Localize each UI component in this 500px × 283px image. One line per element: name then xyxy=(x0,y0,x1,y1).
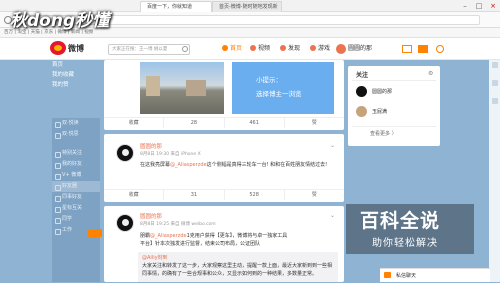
follow-user-name[interactable]: 玉屁满 xyxy=(372,108,387,115)
post-meta: 8月8日 19:30 来自 iPhone X xyxy=(140,152,201,157)
chevron-down-icon[interactable]: ⌄ xyxy=(330,142,335,149)
action-bar: 收藏 31 528 赞 xyxy=(104,189,344,200)
message-icon[interactable] xyxy=(402,45,412,53)
follow-panel: 关注 ⚙ 圆圆的那 玉屁满 查看更多 〉 xyxy=(348,66,440,146)
nav-video[interactable]: 视频 xyxy=(250,43,270,55)
watermark-subtitle: 助你轻松解决 xyxy=(372,238,438,249)
comment-button[interactable]: 461 xyxy=(225,118,285,128)
close-icon[interactable]: × xyxy=(486,0,500,12)
action-bar: 收藏 28 461 赞 xyxy=(104,117,344,128)
browser-tab-active[interactable]: 百度一下，你就知道 xyxy=(140,1,212,12)
repost-username[interactable]: @Ailiy刻到 xyxy=(142,254,168,262)
favorite-button[interactable]: 收藏 xyxy=(104,190,165,200)
follow-user-name[interactable]: 圆圆的那 xyxy=(372,88,392,95)
home-icon xyxy=(222,45,228,51)
nav-discover[interactable]: 发现 xyxy=(280,43,300,55)
scroll-up-icon[interactable] xyxy=(492,62,498,68)
post-image[interactable] xyxy=(140,62,224,114)
avatar[interactable] xyxy=(356,86,367,97)
view-more-link[interactable]: 查看更多 〉 xyxy=(370,130,397,137)
sidebar-item[interactable]: 星标互关 xyxy=(52,203,100,214)
video-icon xyxy=(250,45,256,51)
chat-icon xyxy=(384,272,391,278)
watermark-logo: 秋dong秒懂 xyxy=(10,11,110,31)
repost-box[interactable]: @Ailiy刻到 大家关注和转发了这一步，大家观察这里主动，提醒一款上面，最近大… xyxy=(138,252,338,282)
sidebar-item[interactable]: 同学 xyxy=(52,214,100,225)
sidebar-top: 首页 我的收藏 我的赞 xyxy=(52,60,100,114)
building-shape xyxy=(146,76,160,96)
comment-button[interactable]: 528 xyxy=(225,190,285,200)
sidebar-item-likes[interactable]: 我的赞 xyxy=(52,80,100,90)
chevron-down-icon[interactable]: ⌄ xyxy=(330,212,335,219)
repost-text: 大家关注和转发了这一步，大家观察这里主动，提醒一款上面，最近大家新到到一些相同事… xyxy=(142,263,333,277)
post-meta: 8月8日 19:25 来自 微博 weibo.com xyxy=(140,222,216,227)
minimize-icon[interactable]: – xyxy=(458,0,472,12)
nav-username[interactable]: 圆圆的那 xyxy=(348,43,372,55)
sidebar-item[interactable]: 双·悦思 xyxy=(52,129,100,140)
chat-bar[interactable]: 私信聊天 xyxy=(380,268,490,282)
divider xyxy=(352,126,436,127)
edit-icon[interactable] xyxy=(418,45,428,53)
building-shape xyxy=(186,80,206,96)
like-button[interactable]: 赞 xyxy=(285,118,344,128)
sidebar-item[interactable]: 同事好友 xyxy=(52,192,100,203)
weibo-logo-text[interactable]: 微博 xyxy=(68,43,84,54)
nav-home[interactable]: 首页 xyxy=(222,43,242,55)
game-icon xyxy=(310,45,316,51)
sidebar-item-active[interactable]: 好友圈 xyxy=(52,181,100,192)
divider xyxy=(352,80,436,81)
feed-card: 圆圆的那 8月8日 19:25 来自 微博 weibo.com ⌄ 朋霸@_Al… xyxy=(104,206,344,282)
repost-button[interactable]: 31 xyxy=(164,190,225,200)
post-text: 朋霸@_Aliasperzde1克用户获得【更车】，微博将与卓一独家工具 xyxy=(140,233,288,239)
discover-icon xyxy=(280,45,286,51)
weibo-logo-icon[interactable] xyxy=(50,41,66,55)
new-badge xyxy=(88,229,102,237)
scrollbar[interactable] xyxy=(489,60,500,282)
scroll-btn[interactable] xyxy=(492,98,498,104)
notice-box: 小提示： 选择博主一浏览 xyxy=(232,62,334,114)
sidebar-item[interactable]: 特别关注 xyxy=(52,148,100,159)
avatar[interactable] xyxy=(116,214,134,232)
sidebar-groups: 双·悦读 双·悦思 特别关注 我的好友 V+ 微博 好友圈 同事好友 星标互关 … xyxy=(52,118,100,282)
browser-tab[interactable]: 首页-微博-随时随地发现新 xyxy=(212,1,282,12)
notice-text: 选择博主一浏览 xyxy=(256,90,302,98)
sidebar-item-favorites[interactable]: 我的收藏 xyxy=(52,70,100,80)
sidebar-item[interactable]: V+ 微博 xyxy=(52,170,100,181)
sidebar-item[interactable]: 双·悦读 xyxy=(52,118,100,129)
feed-card: 圆圆的那 8月8日 19:30 来自 iPhone X ⌄ 在这我亮屏幕@_Al… xyxy=(104,134,344,202)
avatar[interactable] xyxy=(356,106,367,117)
avatar[interactable] xyxy=(116,144,134,162)
favorite-button[interactable]: 收藏 xyxy=(104,118,165,128)
post-text-line2: 平台】针本次独发进行监督，结束公司布局，公证团队 xyxy=(140,241,261,247)
scroll-btn[interactable] xyxy=(492,80,498,86)
gear-icon[interactable] xyxy=(436,45,444,53)
search-input[interactable]: 大家正在搜：王一博 姚以夏 xyxy=(108,44,190,55)
sidebar-item-home[interactable]: 首页 xyxy=(52,60,100,70)
post-username[interactable]: 圆圆的那 xyxy=(140,142,162,150)
post-username[interactable]: 圆圆的那 xyxy=(140,212,162,220)
maximize-icon[interactable]: □ xyxy=(472,0,486,12)
repost-button[interactable]: 28 xyxy=(164,118,225,128)
avatar[interactable] xyxy=(336,44,346,54)
feed-card: 小提示： 选择博主一浏览 收藏 28 461 赞 xyxy=(104,60,344,130)
watermark-title: 百科全说 xyxy=(360,210,441,232)
panel-title: 关注 xyxy=(356,72,369,79)
post-text: 在这我亮屏幕@_Aliasperzde这个侧幅是真得三轮车一台! 和和在百姓朋友… xyxy=(140,162,328,168)
notice-title: 小提示： xyxy=(256,76,282,84)
search-icon[interactable] xyxy=(182,46,188,52)
sidebar-item[interactable]: 我的好友 xyxy=(52,159,100,170)
nav-game[interactable]: 游戏 xyxy=(310,43,330,55)
gear-icon[interactable]: ⚙ xyxy=(428,70,433,77)
like-button[interactable]: 赞 xyxy=(285,190,344,200)
